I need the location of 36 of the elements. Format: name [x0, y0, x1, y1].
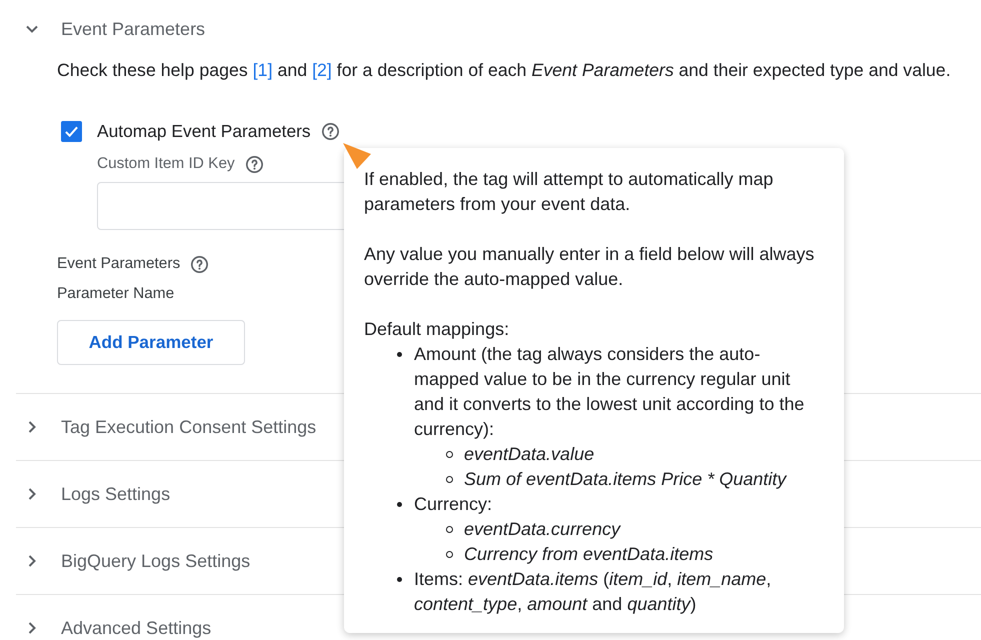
section-header[interactable]: Logs Settings [16, 484, 170, 504]
field-label: Custom Item ID Key [97, 154, 235, 174]
section-header[interactable]: Event Parameters [16, 19, 206, 39]
hollow-bullet-icon [446, 451, 453, 458]
bullet-icon [397, 577, 402, 582]
help-icon[interactable] [191, 256, 208, 272]
checkbox-label: Automap Event Parameters [97, 120, 311, 143]
hollow-bullet-icon [446, 476, 453, 483]
list-item-text: Amount (the tag always considers the auto-mapped value to be in the currency regular unit and it converts to the lowest unit according to the currency): [414, 343, 806, 441]
list-item-text: Items: eventData.items (item_id, item_name, content_type, amount and quantity) [414, 568, 772, 616]
description-text: Check these help pages [1] and [2] for a description of each Event Parameters and their expected type and value. [57, 59, 952, 82]
help-icon[interactable] [246, 156, 263, 172]
field-label: Event Parameters [57, 254, 180, 274]
help-icon[interactable] [322, 122, 339, 140]
list-item-text: Currency from eventData.items [464, 543, 714, 566]
checkmark-icon [65, 126, 78, 136]
checkbox[interactable] [61, 120, 82, 142]
list-item-text: eventData.value [464, 443, 596, 466]
list-item-text: Sum of eventData.items Price * Quantity [464, 468, 788, 491]
list-item-text: eventData.currency [464, 518, 622, 541]
section-header[interactable]: Tag Execution Consent Settings [16, 417, 316, 437]
section-header[interactable]: BigQuery Logs Settings [16, 551, 250, 571]
bullet-icon [397, 352, 402, 357]
help-link[interactable]: [2] [312, 60, 332, 80]
hollow-bullet-icon [446, 526, 453, 533]
tooltip-text: If enabled, the tag will attempt to automatically map parameters from your event data. [364, 168, 774, 216]
add-parameter-button[interactable]: Add Parameter [57, 320, 245, 365]
tooltip-text: Any value you manually enter in a field below will always override the auto-mapped value. [364, 243, 816, 291]
hollow-bullet-icon [446, 551, 453, 558]
section-header[interactable]: Advanced Settings [16, 618, 212, 638]
column-header: Parameter Name [57, 284, 174, 304]
tooltip-text: Default mappings: [364, 318, 510, 341]
triangle-pointer-icon [343, 143, 371, 169]
list-item-text: Currency: [414, 493, 494, 516]
help-link[interactable]: [1] [252, 60, 273, 80]
bullet-icon [397, 502, 402, 507]
